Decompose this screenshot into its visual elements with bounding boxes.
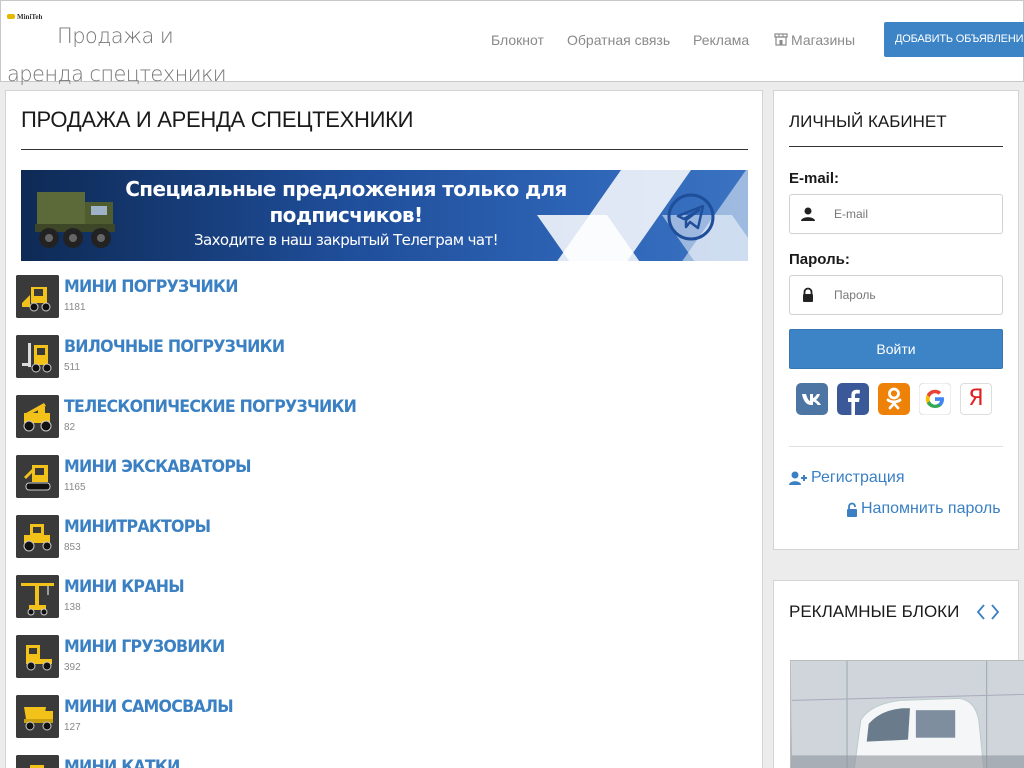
category-item[interactable]: МИНИ ЭКСКАВАТОРЫ 1165 (16, 455, 716, 499)
ad-image-van[interactable] (790, 660, 1024, 768)
remind-password-link-label: Напомнить пароль (861, 500, 1001, 517)
facebook-icon[interactable] (837, 383, 869, 415)
nav-link-notebook[interactable]: Блокнот (491, 31, 544, 49)
category-item[interactable]: МИНИ ПОГРУЗЧИКИ 1181 (16, 275, 716, 319)
category-name[interactable]: МИНИ КАТКИ (64, 755, 180, 768)
banner-subline: Заходите в наш закрытый Телеграм чат! (194, 231, 499, 249)
category-count: 138 (64, 602, 81, 613)
mini-roller-icon (16, 755, 59, 768)
category-name[interactable]: МИНИ САМОСВАЛЫ (64, 695, 234, 719)
category-item[interactable]: МИНИ КРАНЫ 138 (16, 575, 716, 619)
register-link[interactable]: Регистрация (789, 468, 905, 488)
mini-tractor-icon (16, 515, 59, 558)
password-field[interactable] (789, 275, 1003, 315)
category-item[interactable]: МИНИ КАТКИ (16, 755, 716, 768)
banner-headline: Специальные предложения только для подпи… (125, 177, 567, 227)
category-name[interactable]: ТЕЛЕСКОПИЧЕСКИЕ ПОГРУЗЧИКИ (64, 395, 357, 419)
mini-truck-icon (16, 635, 59, 678)
add-listing-button[interactable]: Добавить объявление (884, 22, 1024, 57)
category-item[interactable]: ВИЛОЧНЫЕ ПОГРУЗЧИКИ 511 (16, 335, 716, 379)
telegram-icon (667, 193, 715, 241)
telescopic-loader-icon (16, 395, 59, 438)
telegram-promo-banner[interactable]: Специальные предложения только для подпи… (21, 170, 748, 261)
nav-link-feedback[interactable]: Обратная связь (567, 31, 670, 49)
page-title: ПРОДАЖА И АРЕНДА СПЕЦТЕХНИКИ (21, 107, 414, 132)
category-count: 82 (64, 422, 76, 433)
category-item[interactable]: МИНИ САМОСВАЛЫ 127 (16, 695, 716, 739)
user-plus-icon (789, 471, 807, 485)
category-count: 127 (64, 722, 81, 733)
mini-excavator-icon (16, 455, 59, 498)
vk-icon[interactable] (796, 383, 828, 415)
nav-link-stores[interactable]: Магазины (774, 31, 855, 49)
register-link-label: Регистрация (811, 469, 905, 486)
ads-title: Рекламные блоки (789, 602, 960, 621)
account-divider (789, 446, 1003, 447)
category-count: 853 (64, 542, 81, 553)
yandex-icon-glyph: Я (968, 386, 984, 411)
ads-panel: Рекламные блоки (773, 580, 1024, 768)
account-title-divider (789, 146, 1003, 147)
user-icon (801, 207, 815, 221)
category-count: 1181 (64, 302, 86, 313)
nav-link-stores-label: Магазины (791, 32, 856, 48)
email-field[interactable] (789, 194, 1003, 234)
nav-link-advertising[interactable]: Реклама (693, 31, 749, 49)
forklift-icon (16, 335, 59, 378)
account-panel: Личный кабинет E-mail: Пароль: Войти (773, 90, 1019, 550)
chevron-left-icon[interactable] (975, 603, 987, 621)
login-button[interactable]: Войти (789, 329, 1003, 369)
category-name[interactable]: МИНИ ГРУЗОВИКИ (64, 635, 225, 659)
title-divider (21, 149, 748, 150)
category-name[interactable]: МИНИ КРАНЫ (64, 575, 185, 599)
remind-password-link[interactable]: Напомнить пароль (846, 499, 1001, 519)
mini-crane-icon (16, 575, 59, 618)
mini-loader-icon (16, 275, 59, 318)
unlock-icon (847, 502, 857, 517)
google-icon[interactable] (919, 383, 951, 415)
category-item[interactable]: МИНИТРАКТОРЫ 853 (16, 515, 716, 559)
odnoklassniki-icon[interactable] (878, 383, 910, 415)
email-input[interactable] (834, 204, 994, 224)
category-name[interactable]: ВИЛОЧНЫЕ ПОГРУЗЧИКИ (64, 335, 285, 359)
main-content: ПРОДАЖА И АРЕНДА СПЕЦТЕХНИКИ Специальные… (5, 90, 763, 768)
lock-icon (803, 287, 813, 302)
store-icon (774, 33, 788, 46)
category-name[interactable]: МИНИ ПОГРУЗЧИКИ (64, 275, 238, 299)
site-header: MiniTeh Продажа и аренда спецтехники Бло… (0, 0, 1024, 86)
chevron-right-icon[interactable] (989, 603, 1001, 621)
category-item[interactable]: МИНИ ГРУЗОВИКИ 392 (16, 635, 716, 679)
account-title: Личный кабинет (789, 112, 947, 131)
category-item[interactable]: ТЕЛЕСКОПИЧЕСКИЕ ПОГРУЗЧИКИ 82 (16, 395, 716, 439)
password-input[interactable] (834, 285, 994, 305)
category-count: 511 (64, 362, 80, 373)
category-name[interactable]: МИНИ ЭКСКАВАТОРЫ (64, 455, 252, 479)
category-count: 392 (64, 662, 81, 673)
email-label: E-mail: (789, 170, 840, 187)
category-count: 1165 (64, 482, 86, 493)
category-name[interactable]: МИНИТРАКТОРЫ (64, 515, 211, 539)
mini-dump-truck-icon (16, 695, 59, 738)
yandex-icon[interactable]: Я (960, 383, 992, 415)
password-label: Пароль: (789, 251, 850, 268)
military-truck-icon (35, 192, 115, 248)
site-title[interactable]: Продажа и аренда спецтехники (7, 17, 237, 93)
